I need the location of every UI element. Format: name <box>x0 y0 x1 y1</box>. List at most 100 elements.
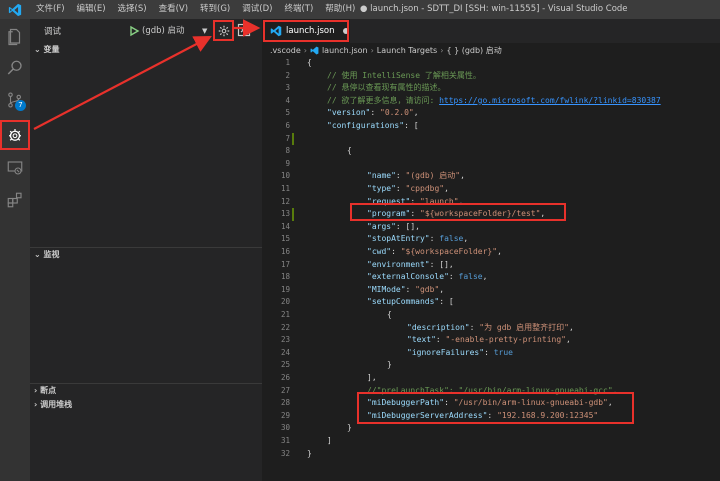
breadcrumb-launch-json[interactable]: launch.json <box>322 43 368 58</box>
chevron-down-icon: ⌄ <box>34 250 44 259</box>
vscode-logo-icon <box>0 0 30 19</box>
line-number: 31 <box>280 436 290 445</box>
code-line[interactable]: 20 "setupCommands": [ <box>262 296 720 309</box>
debug-view-title: 调试 <box>44 27 62 37</box>
code-token: : [], <box>395 221 420 231</box>
line-number: 16 <box>280 247 290 256</box>
menu-debug[interactable]: 调试(D) <box>236 0 278 19</box>
code-text: { <box>347 145 352 158</box>
extensions-button[interactable] <box>0 185 30 215</box>
line-number: 13 <box>280 209 290 219</box>
code-token: , <box>439 284 445 294</box>
code-line[interactable]: 9 <box>262 158 720 171</box>
code-token: : <box>395 184 406 193</box>
chevron-down-icon[interactable]: ▼ <box>202 24 210 38</box>
code-token: "configurations" <box>327 121 405 130</box>
code-line[interactable]: 19 "MIMode": "gdb", <box>262 284 720 297</box>
menu-edit[interactable]: 编辑(E) <box>71 0 112 19</box>
code-text: "description": "为 gdb 启用整齐打印", <box>407 322 574 335</box>
code-line[interactable]: 3 // 悬停以查看现有属性的描述。 <box>262 82 720 95</box>
editor-area: launch.json .vscode › launch.json › Laun… <box>262 19 720 481</box>
watch-section-header[interactable]: ⌄ 监视 <box>30 248 262 262</box>
code-text: "MIMode": "gdb", <box>367 284 444 297</box>
code-token: , <box>497 247 502 256</box>
code-line[interactable]: 23 "text": "-enable-pretty-printing", <box>262 334 720 347</box>
code-line[interactable]: 10 "name": "(gdb) 启动", <box>262 170 720 183</box>
code-token: "externalConsole" <box>367 272 449 282</box>
callstack-section-label: 调用堆栈 <box>40 400 73 409</box>
program-line-highlight-box <box>350 203 566 221</box>
code-line[interactable]: 5 "version": "0.2.0", <box>262 107 720 120</box>
menu-file[interactable]: 文件(F) <box>30 0 71 19</box>
code-line[interactable]: 1{ <box>262 57 720 70</box>
code-token: "gdb" <box>415 284 440 294</box>
menu-go[interactable]: 转到(G) <box>194 0 236 19</box>
code-line[interactable]: 31] <box>262 435 720 448</box>
code-line[interactable]: 14 "args": [], <box>262 221 720 234</box>
debug-console-icon[interactable] <box>237 23 251 37</box>
line-number: 15 <box>280 234 290 244</box>
code-line[interactable]: 17 "environment": [], <box>262 259 720 272</box>
breadcrumb-config[interactable]: { } (gdb) 启动 <box>446 43 501 58</box>
code-line[interactable]: 24 "ignoreFailures": true <box>262 347 720 360</box>
line-number: 3 <box>285 83 290 93</box>
code-line[interactable]: 22 "description": "为 gdb 启用整齐打印", <box>262 322 720 335</box>
code-line[interactable]: 6 "configurations": [ <box>262 120 720 133</box>
code-line[interactable]: 30} <box>262 422 720 435</box>
code-line[interactable]: 32} <box>262 448 720 461</box>
breadcrumb-vscode[interactable]: .vscode <box>270 43 301 58</box>
code-token: , <box>463 234 469 244</box>
breadcrumb-launch-targets[interactable]: Launch Targets <box>377 43 437 58</box>
start-debugging-play-icon[interactable] <box>128 25 140 37</box>
watch-section-label: 监视 <box>43 250 60 259</box>
line-number: 28 <box>280 398 290 408</box>
code-token: // 欲了解更多信息，请访问: <box>327 95 440 105</box>
line-number: 8 <box>285 146 290 156</box>
line-number: 22 <box>280 322 290 332</box>
code-line[interactable]: 25} <box>262 359 720 372</box>
line-number: 10 <box>280 171 290 181</box>
code-line[interactable]: 4 // 欲了解更多信息，请访问: https://go.microsoft.co… <box>262 95 720 108</box>
line-number: 4 <box>285 95 290 105</box>
breadcrumb: .vscode › launch.json › Launch Targets ›… <box>270 43 502 58</box>
line-number: 5 <box>285 108 290 118</box>
code-text: "environment": [], <box>367 259 454 272</box>
code-line[interactable]: 2 // 使用 IntelliSense 了解相关属性。 <box>262 70 720 83</box>
source-control-button[interactable]: 7 <box>0 85 30 115</box>
callstack-section-header[interactable]: › 调用堆栈 <box>30 398 262 412</box>
code-token: "description" <box>407 322 470 332</box>
code-token: , <box>460 171 465 181</box>
code-token: , <box>444 184 449 193</box>
gear-highlight-box <box>213 20 234 41</box>
remote-explorer-button[interactable] <box>0 153 30 183</box>
tab-highlight-box <box>263 20 349 42</box>
debug-button[interactable] <box>0 120 30 150</box>
debug-bug-icon <box>9 129 21 141</box>
menu-terminal[interactable]: 终端(T) <box>278 0 319 19</box>
menu-help[interactable]: 帮助(H) <box>319 0 361 19</box>
code-line[interactable]: 11 "type": "cppdbg", <box>262 183 720 196</box>
line-number: 18 <box>280 272 290 282</box>
code-token: : [ <box>404 121 419 130</box>
code-text: // 悬停以查看现有属性的描述。 <box>327 82 445 95</box>
code-line[interactable]: 16 "cwd": "${workspaceFolder}", <box>262 246 720 259</box>
code-line[interactable]: 8{ <box>262 145 720 158</box>
code-line[interactable]: 26], <box>262 372 720 385</box>
explorer-button[interactable] <box>0 22 30 52</box>
code-line[interactable]: 15 "stopAtEntry": false, <box>262 233 720 246</box>
code-line[interactable]: 21 { <box>262 309 720 322</box>
variables-section-header[interactable]: ⌄ 变量 <box>30 43 262 57</box>
code-token: : <box>484 347 494 357</box>
code-token: : [ <box>439 297 454 307</box>
code-token: "args" <box>367 221 396 231</box>
title-bar: 文件(F) 编辑(E) 选择(S) 查看(V) 转到(G) 调试(D) 终端(T… <box>0 0 720 19</box>
code-token: : <box>469 322 480 332</box>
code-text: // 欲了解更多信息，请访问: https://go.microsoft.com… <box>327 95 661 108</box>
debug-config-select[interactable]: (gdb) 启动 <box>142 24 208 38</box>
menu-view[interactable]: 查看(V) <box>153 0 194 19</box>
search-button[interactable] <box>0 53 30 83</box>
code-line[interactable]: 7 <box>262 133 720 146</box>
breakpoints-section-header[interactable]: › 断点 <box>30 384 262 398</box>
menu-selection[interactable]: 选择(S) <box>112 0 153 19</box>
code-line[interactable]: 18 "externalConsole": false, <box>262 271 720 284</box>
